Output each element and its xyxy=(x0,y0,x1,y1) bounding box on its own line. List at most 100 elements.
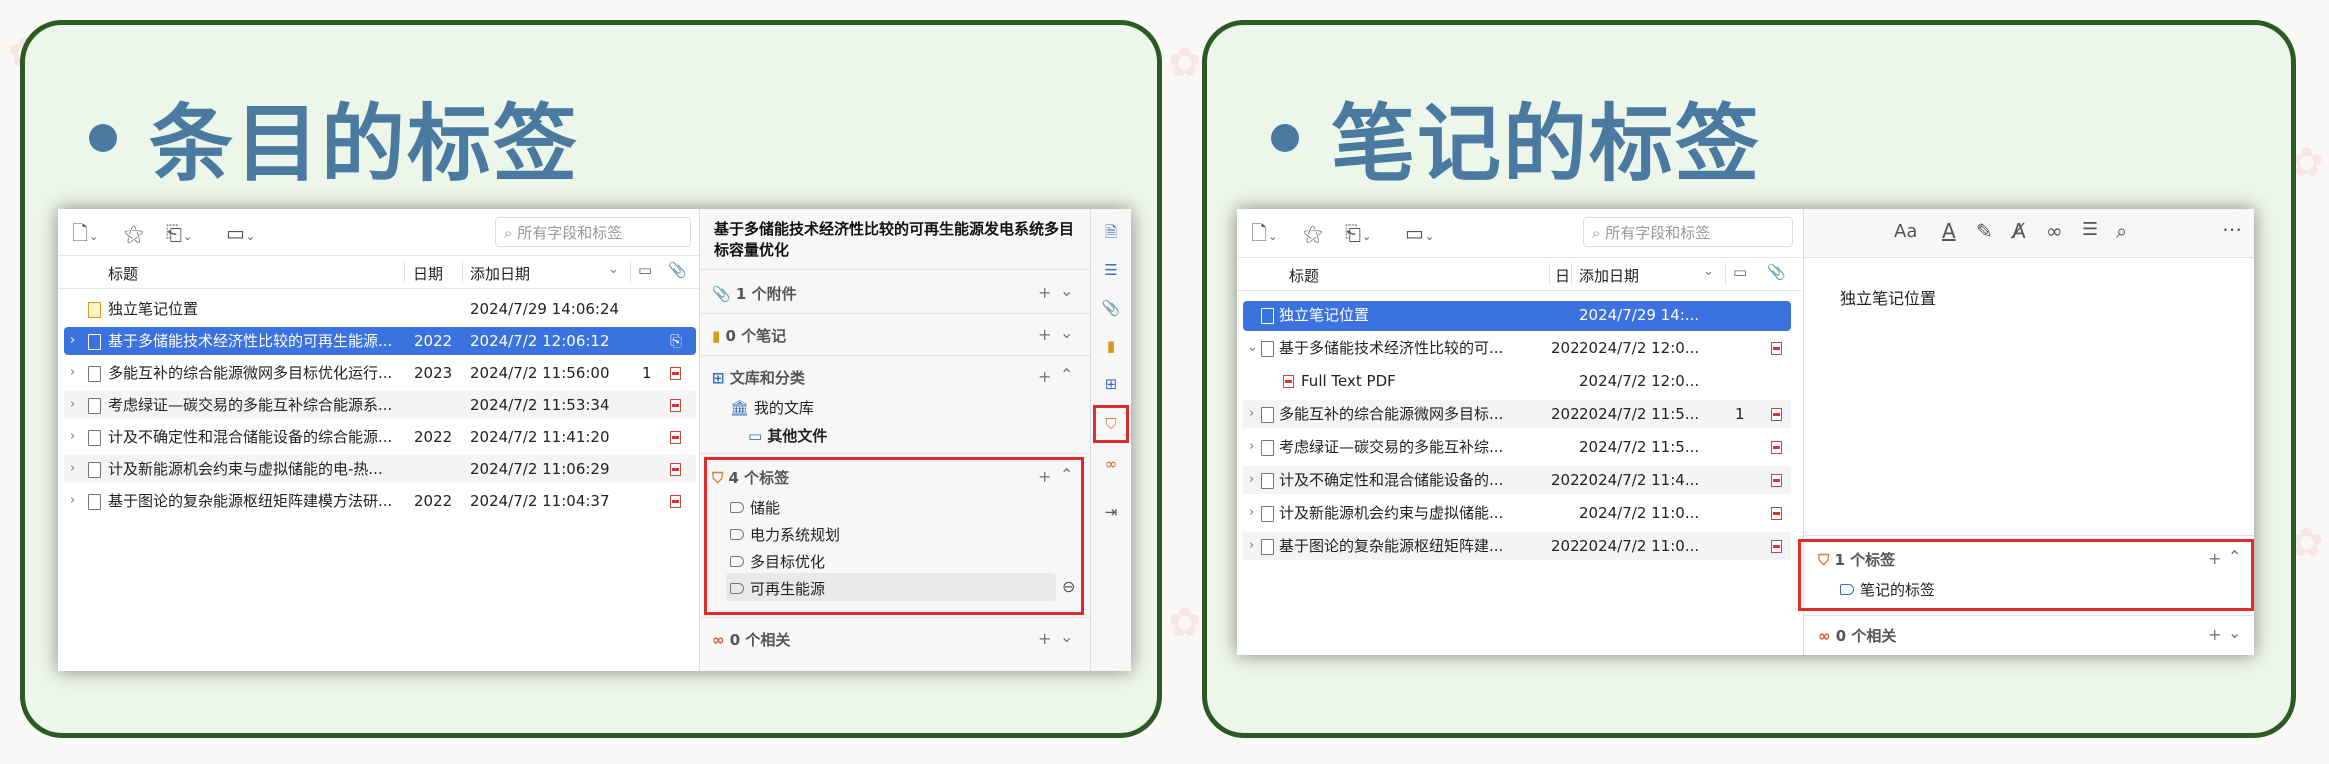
insert-citation-icon[interactable]: ☰ xyxy=(2082,219,2098,240)
add-related-button[interactable]: + xyxy=(1038,629,1051,648)
document-icon xyxy=(1261,407,1274,423)
expand-chevron-icon[interactable]: › xyxy=(1249,466,1254,494)
column-header: 标题 日 添加日期 ⌄ ▭ 📎 xyxy=(1237,257,1802,291)
heading-text: 条目的标签 xyxy=(149,95,580,193)
library-item[interactable]: 🏛 我的文库 xyxy=(730,397,814,418)
expand-chevron-icon[interactable]: › xyxy=(1249,532,1254,560)
more-options-icon[interactable]: ⋯ xyxy=(2222,217,2242,241)
zotero-window: 🗋⌄ ⚝ ⎗⌄ ▭⌄ ⌕ 所有字段和标签 标题 日期 添加日期 ⌄ ▭ 📎 独立… xyxy=(58,209,1131,671)
note-content[interactable]: 独立笔记位置 xyxy=(1840,285,1936,309)
collapse-chevron-icon[interactable]: ⌄ xyxy=(1060,281,1073,300)
related-icon[interactable]: ∞ xyxy=(1100,453,1122,475)
new-note-icon[interactable]: ▭⌄ xyxy=(226,221,258,245)
document-icon xyxy=(88,334,101,350)
collapse-chevron-icon[interactable]: ⌄ xyxy=(1060,627,1073,646)
table-row[interactable]: › 计及新能源机会约束与虚拟储能的电-热... 2024/7/2 11:06:2… xyxy=(64,455,696,483)
libraries-icon[interactable]: ⊞ xyxy=(1100,373,1122,395)
info-icon[interactable]: 🗎 xyxy=(1100,221,1122,243)
table-row-selected[interactable]: › 基于多储能技术经济性比较的可再生能源... 2022 2024/7/2 12… xyxy=(64,327,696,355)
table-row-selected[interactable]: 独立笔记位置 2024/7/29 14:... xyxy=(1243,301,1791,331)
text-color-icon[interactable]: A xyxy=(1942,219,1956,243)
folder-icon: ▭ xyxy=(748,427,763,445)
table-row[interactable]: › 计及不确定性和混合储能设备的综合能源... 2022 2024/7/2 11… xyxy=(64,423,696,451)
add-attachment-button[interactable]: + xyxy=(1038,283,1051,302)
new-item-icon[interactable]: 🗋⌄ xyxy=(1251,221,1283,245)
slide-heading: 条目的标签 xyxy=(89,77,579,198)
expand-chevron-icon[interactable]: › xyxy=(70,391,75,419)
add-note-button[interactable]: + xyxy=(1038,325,1051,344)
col-title[interactable]: 标题 xyxy=(1289,265,1319,286)
col-added[interactable]: 添加日期 xyxy=(470,263,530,284)
col-date[interactable]: 日期 xyxy=(413,263,443,284)
related-section[interactable]: ∞ 0 个相关 xyxy=(1818,625,1896,646)
table-row[interactable]: ⌄ 基于多储能技术经济性比较的可... 202 2024/7/2 12:0... xyxy=(1243,334,1791,362)
expand-chevron-icon[interactable]: › xyxy=(70,423,75,451)
table-row[interactable]: › 考虑绿证—碳交易的多能互补综... 2024/7/2 11:5... xyxy=(1243,433,1791,461)
expand-chevron-icon[interactable]: › xyxy=(1249,433,1254,461)
table-row-child[interactable]: Full Text PDF 2024/7/2 12:0... xyxy=(1243,367,1791,395)
add-attachment-icon[interactable]: ⎗⌄ xyxy=(1345,221,1377,245)
find-icon[interactable]: ⌕ xyxy=(2116,219,2127,243)
document-icon xyxy=(88,462,101,478)
text-size-icon[interactable]: Aa xyxy=(1894,221,1917,242)
pdf-icon xyxy=(1283,375,1294,388)
new-item-icon[interactable]: 🗋⌄ xyxy=(72,221,104,245)
attachment-column-icon[interactable]: 📎 xyxy=(668,261,687,279)
attachments-section[interactable]: 📎 1 个附件 xyxy=(712,283,797,304)
column-header: 标题 日期 添加日期 ⌄ ▭ 📎 xyxy=(58,255,702,289)
table-row[interactable]: › 基于图论的复杂能源枢纽矩阵建... 202 2024/7/2 11:0... xyxy=(1243,532,1791,560)
attachment-column-icon[interactable]: 📎 xyxy=(1767,263,1786,281)
expand-chevron-icon[interactable]: › xyxy=(70,487,75,515)
col-date[interactable]: 日 xyxy=(1555,265,1570,286)
col-title[interactable]: 标题 xyxy=(108,263,138,284)
collection-item[interactable]: ▭ 其他文件 xyxy=(748,425,827,446)
insert-link-icon[interactable]: ∞ xyxy=(2046,219,2063,243)
library-collections-icon: ⊞ xyxy=(712,369,725,387)
abstract-icon[interactable]: ☰ xyxy=(1100,259,1122,281)
search-placeholder: 所有字段和标签 xyxy=(1605,224,1711,242)
heading-text: 笔记的标签 xyxy=(1331,95,1762,193)
add-to-collection-button[interactable]: + xyxy=(1038,367,1051,386)
collapse-chevron-icon[interactable]: ⌄ xyxy=(2228,623,2241,642)
highlight-icon[interactable]: ✎ xyxy=(1976,219,1993,243)
collapse-chevron-icon[interactable]: ⌄ xyxy=(1247,334,1258,362)
notes-icon[interactable]: ▮ xyxy=(1100,335,1122,357)
table-row[interactable]: › 计及新能源机会约束与虚拟储能... 2024/7/2 11:0... xyxy=(1243,499,1791,527)
add-attachment-icon[interactable]: ⎗⌄ xyxy=(166,221,198,245)
col-added[interactable]: 添加日期 xyxy=(1579,265,1639,286)
attachments-icon[interactable]: 📎 xyxy=(1100,297,1122,319)
search-input[interactable]: ⌕ 所有字段和标签 xyxy=(1583,217,1793,247)
notes-column-icon[interactable]: ▭ xyxy=(1733,263,1747,281)
magic-wand-icon[interactable]: ⚝ xyxy=(124,221,156,245)
add-related-button[interactable]: + xyxy=(2208,625,2221,644)
libraries-section[interactable]: ⊞ 文库和分类 xyxy=(712,367,805,388)
expand-chevron-icon[interactable]: › xyxy=(70,327,75,355)
notes-column-icon[interactable]: ▭ xyxy=(638,261,652,279)
related-section[interactable]: ∞ 0 个相关 xyxy=(712,629,790,650)
expand-chevron-icon[interactable]: › xyxy=(1249,400,1254,428)
table-row[interactable]: › 计及不确定性和混合储能设备的... 202 2024/7/2 11:4... xyxy=(1243,466,1791,494)
bullet-dot xyxy=(89,123,117,152)
sort-chevron-icon[interactable]: ⌄ xyxy=(608,262,619,277)
search-input[interactable]: ⌕ 所有字段和标签 xyxy=(495,217,691,247)
table-row[interactable]: 独立笔记位置 2024/7/29 14:06:24 xyxy=(64,295,696,323)
expand-chevron-icon[interactable]: › xyxy=(70,455,75,483)
document-icon xyxy=(88,494,101,510)
locate-icon[interactable]: ⇥ xyxy=(1100,501,1122,523)
table-row[interactable]: › 多能互补的综合能源微网多目标... 202 2024/7/2 11:5...… xyxy=(1243,400,1791,428)
new-note-icon[interactable]: ▭⌄ xyxy=(1405,221,1437,245)
notes-section[interactable]: ▮ 0 个笔记 xyxy=(712,325,786,346)
table-row[interactable]: › 基于图论的复杂能源枢纽矩阵建模方法研... 2022 2024/7/2 11… xyxy=(64,487,696,515)
sort-chevron-icon[interactable]: ⌄ xyxy=(1703,264,1714,279)
expand-chevron-icon[interactable]: › xyxy=(70,359,75,387)
expand-chevron-up-icon[interactable]: ⌃ xyxy=(1060,365,1073,384)
expand-chevron-icon[interactable]: › xyxy=(1249,499,1254,527)
table-row[interactable]: › 考虑绿证—碳交易的多能互补综合能源系... 2024/7/2 11:53:3… xyxy=(64,391,696,419)
paperclip-icon: 📎 xyxy=(712,285,731,303)
magic-wand-icon[interactable]: ⚝ xyxy=(1303,221,1335,245)
table-row[interactable]: › 多能互补的综合能源微网多目标优化运行... 2023 2024/7/2 11… xyxy=(64,359,696,387)
zotero-window: 🗋⌄ ⚝ ⎗⌄ ▭⌄ ⌕ 所有字段和标签 标题 日 添加日期 ⌄ ▭ 📎 独立笔… xyxy=(1237,209,2254,655)
collapse-chevron-icon[interactable]: ⌄ xyxy=(1060,323,1073,342)
clear-format-icon[interactable]: A̸ xyxy=(2012,219,2026,243)
pdf-icon xyxy=(1771,474,1782,487)
